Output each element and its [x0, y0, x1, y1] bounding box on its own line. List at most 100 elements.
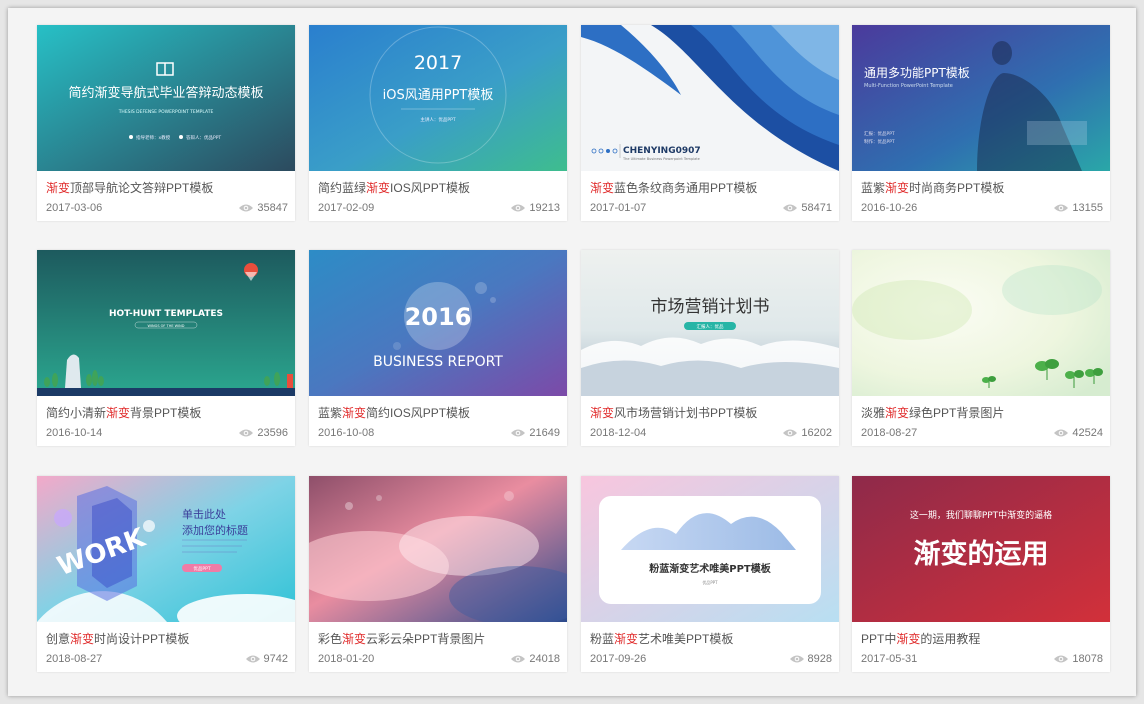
- template-thumbnail[interactable]: 2016 BUSINESS REPORT: [309, 250, 567, 396]
- template-thumbnail[interactable]: 这一期，我们聊聊PPT中渐变的逼格 渐变的运用: [852, 476, 1110, 622]
- view-count: 35847: [238, 202, 288, 214]
- title-highlight: 渐变: [885, 181, 910, 195]
- template-thumbnail[interactable]: [852, 250, 1110, 396]
- template-card[interactable]: 2016 BUSINESS REPORT 蓝紫渐变简约IOS风PPT模板 201…: [309, 250, 567, 446]
- template-thumbnail[interactable]: [309, 476, 567, 622]
- upload-date: 2016-10-08: [318, 427, 375, 439]
- template-card[interactable]: 简约渐变导航式毕业答辩动态模板 THESIS DEFENSE POWERPOIN…: [37, 25, 295, 221]
- upload-date: 2016-10-14: [46, 427, 103, 439]
- view-count: 23596: [238, 427, 288, 439]
- template-title[interactable]: PPT中渐变的运用教程: [861, 630, 1104, 647]
- thumb-year: 2017: [414, 52, 462, 74]
- template-title[interactable]: 彩色渐变云彩云朵PPT背景图片: [318, 630, 561, 647]
- thumb-subtitle: THESIS DEFENSE POWERPOINT TEMPLATE: [118, 109, 214, 115]
- template-title[interactable]: 淡雅渐变绿色PPT背景图片: [861, 404, 1104, 421]
- template-thumbnail[interactable]: 通用多功能PPT模板 Multi-Function PowerPoint Tem…: [852, 25, 1110, 171]
- template-thumbnail[interactable]: 简约渐变导航式毕业答辩动态模板 THESIS DEFENSE POWERPOIN…: [37, 25, 295, 171]
- title-highlight: 渐变: [896, 632, 921, 646]
- view-count: 21649: [510, 427, 560, 439]
- upload-date: 2018-08-27: [861, 427, 918, 439]
- thumb-subtitle: WINGS OF THE WIND: [148, 324, 185, 328]
- template-title[interactable]: 简约蓝绿渐变IOS风PPT模板: [318, 179, 561, 196]
- title-highlight: 渐变: [614, 632, 639, 646]
- thumb-heading: 添加您的标题: [182, 523, 248, 537]
- eye-icon: [511, 204, 526, 212]
- thumb-year: 2016: [405, 303, 472, 331]
- thumb-heading: HOT-HUNT TEMPLATES: [109, 309, 223, 319]
- template-thumbnail[interactable]: 粉蓝渐变艺术唯美PPT模板 优品PPT: [581, 476, 839, 622]
- view-count: 16202: [782, 427, 832, 439]
- template-card[interactable]: 通用多功能PPT模板 Multi-Function PowerPoint Tem…: [852, 25, 1110, 221]
- template-card[interactable]: WORK 单击此处 添加您的标题 优品PPT 创意渐变时尚设计PPT模板 201…: [37, 476, 295, 672]
- thumb-heading: 渐变的运用: [914, 538, 1049, 570]
- thumb-note: 主讲人：优品PPT: [420, 116, 455, 123]
- thumb-heading: 市场营销计划书: [651, 297, 770, 317]
- view-count: 19213: [510, 202, 560, 214]
- title-highlight: 渐变: [46, 181, 71, 195]
- template-card[interactable]: 彩色渐变云彩云朵PPT背景图片 2018-01-20 24018: [309, 476, 567, 672]
- upload-date: 2016-10-26: [861, 202, 918, 214]
- eye-icon: [511, 429, 526, 437]
- eye-icon: [1054, 655, 1069, 663]
- eye-icon: [511, 655, 526, 663]
- upload-date: 2017-09-26: [590, 653, 647, 665]
- thumb-note: 汇报：优品PPT: [864, 130, 895, 137]
- title-highlight: 渐变: [366, 181, 391, 195]
- thumb-subtitle: Multi-Function PowerPoint Template: [864, 83, 953, 89]
- view-count: 42524: [1053, 427, 1103, 439]
- upload-date: 2017-01-07: [590, 202, 647, 214]
- template-thumbnail[interactable]: HOT-HUNT TEMPLATES WINGS OF THE WIND: [37, 250, 295, 396]
- template-card[interactable]: CHENYING0907 The Ultimate Business Power…: [581, 25, 839, 221]
- thumb-button: 优品PPT: [193, 565, 210, 572]
- template-thumbnail[interactable]: 市场营销计划书 汇报人：优品: [581, 250, 839, 396]
- eye-icon: [1054, 204, 1069, 212]
- template-thumbnail[interactable]: 2017 iOS风通用PPT模板 主讲人：优品PPT: [309, 25, 567, 171]
- template-card[interactable]: 粉蓝渐变艺术唯美PPT模板 优品PPT 粉蓝渐变艺术唯美PPT模板 2017-0…: [581, 476, 839, 672]
- thumb-tag: 汇报人：优品: [697, 323, 724, 330]
- template-title[interactable]: 粉蓝渐变艺术唯美PPT模板: [590, 630, 833, 647]
- title-highlight: 渐变: [590, 406, 615, 420]
- template-title[interactable]: 蓝紫渐变时尚商务PPT模板: [861, 179, 1104, 196]
- template-card[interactable]: HOT-HUNT TEMPLATES WINGS OF THE WIND 简约小…: [37, 250, 295, 446]
- title-highlight: 渐变: [70, 632, 95, 646]
- template-title[interactable]: 蓝紫渐变简约IOS风PPT模板: [318, 404, 561, 421]
- view-count: 18078: [1053, 653, 1103, 665]
- upload-date: 2018-08-27: [46, 653, 103, 665]
- upload-date: 2018-01-20: [318, 653, 375, 665]
- template-title[interactable]: 渐变风市场营销计划书PPT模板: [590, 404, 833, 421]
- template-title[interactable]: 渐变顶部导航论文答辩PPT模板: [46, 179, 289, 196]
- lighthouse: [65, 354, 81, 388]
- eye-icon: [239, 204, 254, 212]
- view-count: 9742: [245, 653, 288, 665]
- thumb-heading: 单击此处: [182, 508, 226, 521]
- upload-date: 2017-03-06: [46, 202, 103, 214]
- thumb-subtitle: 这一期，我们聊聊PPT中渐变的逼格: [910, 509, 1052, 521]
- template-card[interactable]: 这一期，我们聊聊PPT中渐变的逼格 渐变的运用 PPT中渐变的运用教程 2017…: [852, 476, 1110, 672]
- template-thumbnail[interactable]: WORK 单击此处 添加您的标题 优品PPT: [37, 476, 295, 622]
- template-title[interactable]: 简约小清新渐变背景PPT模板: [46, 404, 289, 421]
- title-highlight: 渐变: [106, 406, 131, 420]
- eye-icon: [783, 429, 798, 437]
- eye-icon: [245, 655, 260, 663]
- eye-icon: [783, 204, 798, 212]
- title-highlight: 渐变: [885, 406, 910, 420]
- eye-icon: [239, 429, 254, 437]
- thumb-heading: 简约渐变导航式毕业答辩动态模板: [68, 85, 263, 101]
- eye-icon: [789, 655, 804, 663]
- thumb-subtitle: The Ultimate Business Powerpoint Templat…: [622, 157, 700, 161]
- upload-date: 2017-05-31: [861, 653, 918, 665]
- template-card[interactable]: 市场营销计划书 汇报人：优品 渐变风市场营销计划书PPT模板 2018-12-0…: [581, 250, 839, 446]
- view-count: 24018: [510, 653, 560, 665]
- thumb-heading: 通用多功能PPT模板: [864, 66, 970, 80]
- template-card[interactable]: 2017 iOS风通用PPT模板 主讲人：优品PPT 简约蓝绿渐变IOS风PPT…: [309, 25, 567, 221]
- template-title[interactable]: 创意渐变时尚设计PPT模板: [46, 630, 289, 647]
- template-thumbnail[interactable]: CHENYING0907 The Ultimate Business Power…: [581, 25, 839, 171]
- title-highlight: 渐变: [342, 632, 367, 646]
- gallery-frame: 简约渐变导航式毕业答辩动态模板 THESIS DEFENSE POWERPOIN…: [8, 8, 1136, 696]
- thumb-brand: CHENYING0907: [623, 146, 701, 156]
- thumb-note: 指导老师：x教授: [136, 134, 171, 141]
- thumb-note: 优品PPT: [702, 579, 718, 585]
- template-title[interactable]: 渐变蓝色条纹商务通用PPT模板: [590, 179, 833, 196]
- template-card[interactable]: 淡雅渐变绿色PPT背景图片 2018-08-27 42524: [852, 250, 1110, 446]
- upload-date: 2017-02-09: [318, 202, 375, 214]
